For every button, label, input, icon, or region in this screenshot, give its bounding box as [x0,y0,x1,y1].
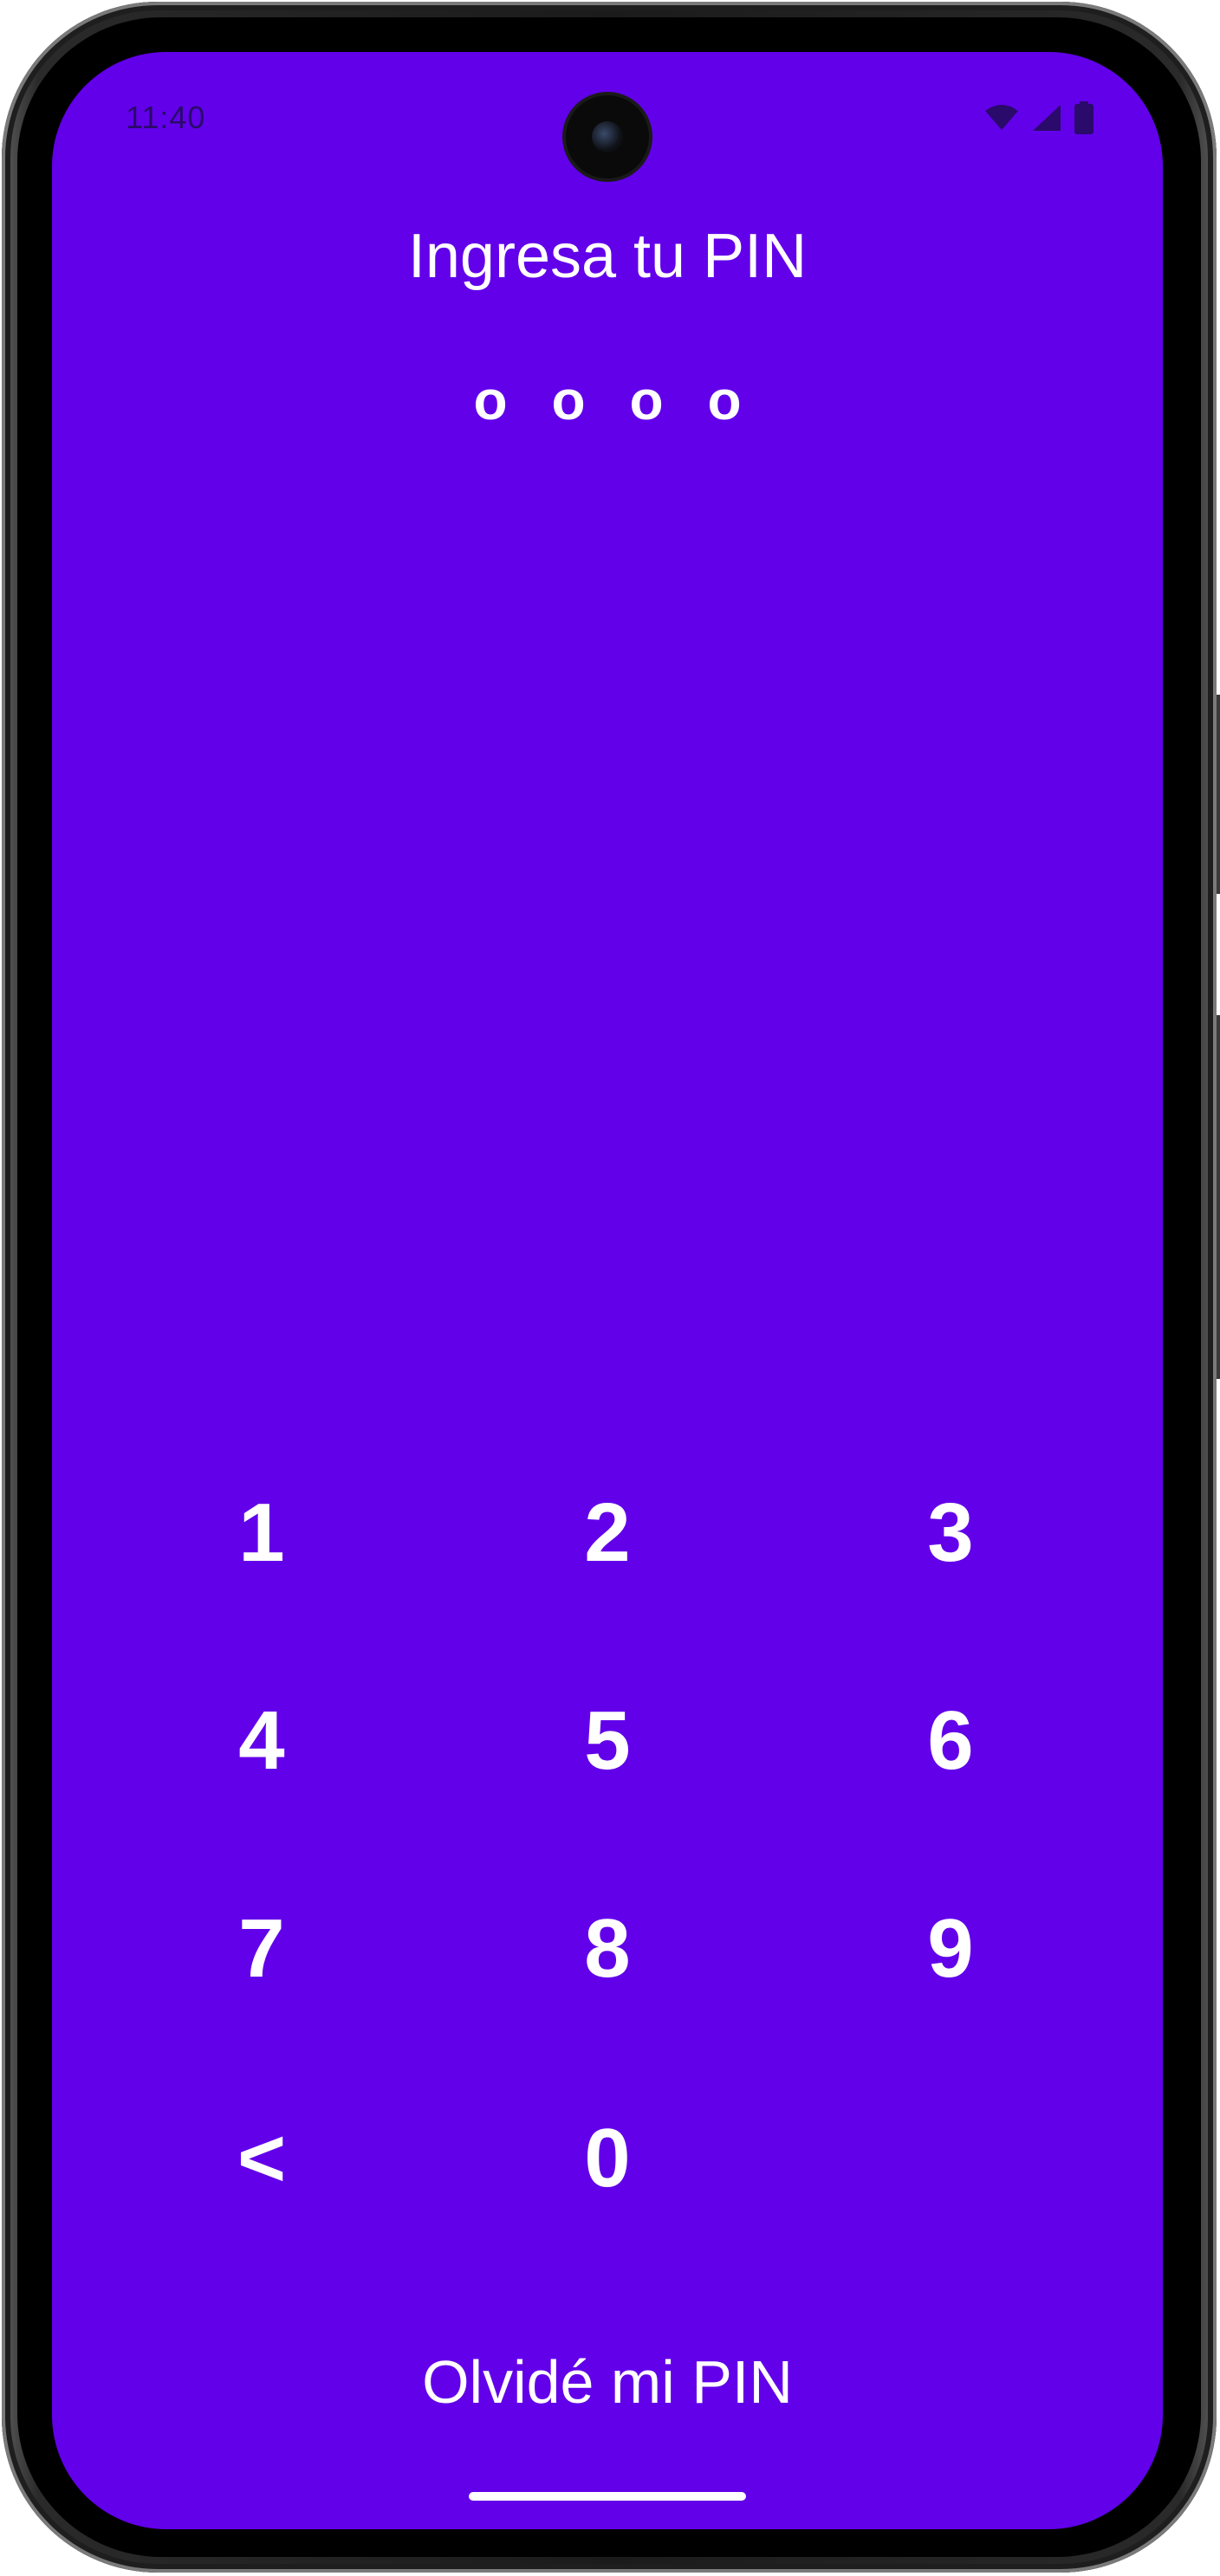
pin-placeholder: o [551,369,586,431]
key-5-button[interactable]: 5 [521,1654,694,1828]
status-icons [984,100,1093,139]
app-screen: 11:40 Ingresa tu PIN o o o o 1 2 3 4 5 6… [52,52,1163,2529]
key-3-button[interactable]: 3 [864,1447,1037,1620]
pin-placeholder: o [473,369,508,431]
power-button [1217,695,1220,894]
battery-icon [1074,100,1093,139]
key-2-button[interactable]: 2 [521,1447,694,1620]
status-time: 11:40 [126,100,206,135]
backspace-button[interactable]: < [175,2072,348,2245]
page-title: Ingresa tu PIN [407,222,808,291]
front-camera [566,95,649,178]
key-9-button[interactable]: 9 [864,1862,1037,2036]
key-7-button[interactable]: 7 [175,1862,348,2036]
key-4-button[interactable]: 4 [175,1654,348,1828]
key-8-button[interactable]: 8 [521,1862,694,2036]
forgot-pin-link[interactable]: Olvidé mi PIN [52,2347,1163,2417]
volume-rocker [1217,1015,1220,1379]
key-1-button[interactable]: 1 [175,1447,348,1620]
cellular-signal-icon [1031,103,1062,137]
pin-placeholder: o [707,369,742,431]
pin-indicator: o o o o [52,368,1163,432]
pin-placeholder: o [629,369,664,431]
home-gesture-bar[interactable] [469,2492,746,2501]
key-6-button[interactable]: 6 [864,1654,1037,1828]
key-0-button[interactable]: 0 [521,2072,694,2245]
wifi-icon [984,104,1019,136]
